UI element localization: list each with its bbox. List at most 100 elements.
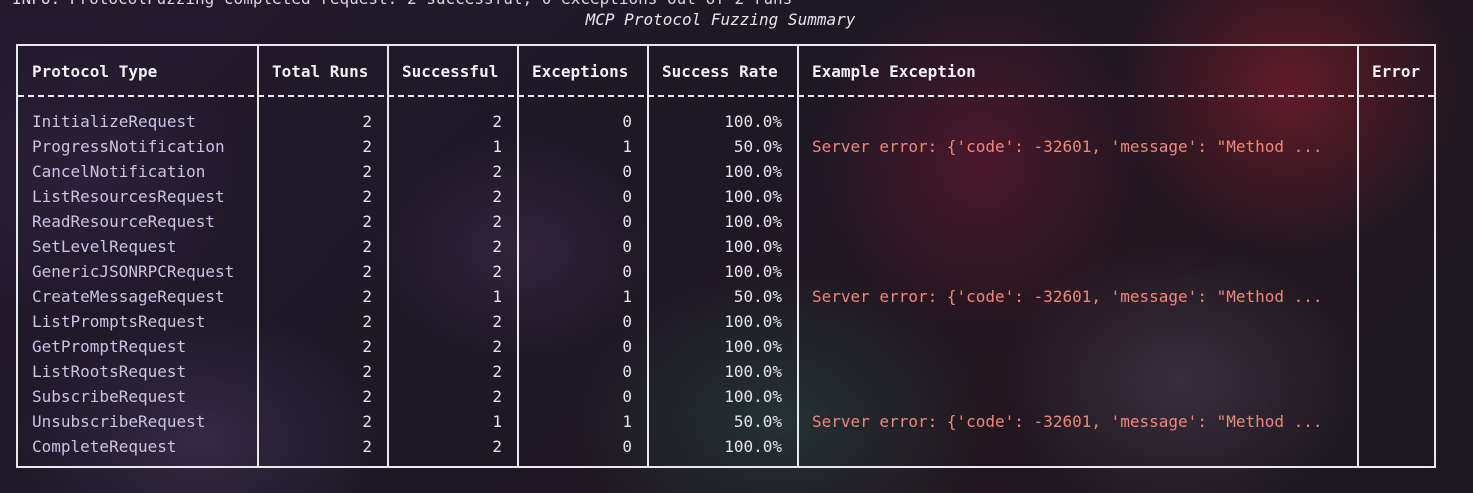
error-cell xyxy=(1372,309,1432,334)
error-cell xyxy=(1372,184,1432,209)
protocol-type-cell: ProgressNotification xyxy=(32,137,225,156)
success-rate-cell: 100.0% xyxy=(724,262,782,281)
example-exception-cell xyxy=(812,309,1352,334)
exceptions-cell: 0 xyxy=(622,187,632,206)
error-cell xyxy=(1372,209,1432,234)
successful-cell: 2 xyxy=(492,262,502,281)
error-cell xyxy=(1372,334,1432,359)
successful-cell: 2 xyxy=(492,312,502,331)
protocol-type-cell: UnsubscribeRequest xyxy=(32,412,206,431)
success-rate-cell: 50.0% xyxy=(733,287,782,306)
table-row: ListPromptsRequest 2 2 0 100.0% xyxy=(18,309,1434,334)
successful-cell: 2 xyxy=(492,387,502,406)
error-cell xyxy=(1372,409,1432,434)
error-cell xyxy=(1372,434,1432,459)
exceptions-cell: 0 xyxy=(622,112,632,131)
total-runs-cell: 2 xyxy=(362,187,372,206)
protocol-type-cell: GetPromptRequest xyxy=(32,337,187,356)
error-cell xyxy=(1372,259,1432,284)
example-exception-cell xyxy=(812,184,1352,209)
table-row: GenericJSONRPCRequest 2 2 0 100.0% xyxy=(18,259,1434,284)
successful-cell: 1 xyxy=(492,412,502,431)
protocol-type-cell: InitializeRequest xyxy=(32,112,196,131)
error-cell xyxy=(1372,384,1432,409)
error-cell xyxy=(1372,234,1432,259)
header-successful: Successful xyxy=(402,62,499,81)
example-exception-cell xyxy=(812,334,1352,359)
protocol-type-cell: CreateMessageRequest xyxy=(32,287,225,306)
example-exception-cell xyxy=(812,434,1352,459)
table-row: ReadResourceRequest 2 2 0 100.0% xyxy=(18,209,1434,234)
success-rate-cell: 100.0% xyxy=(724,437,782,456)
table-row: SetLevelRequest 2 2 0 100.0% xyxy=(18,234,1434,259)
exceptions-cell: 0 xyxy=(622,212,632,231)
table-row: CompleteRequest 2 2 0 100.0% xyxy=(18,434,1434,459)
table-title: MCP Protocol Fuzzing Summary xyxy=(585,10,856,29)
total-runs-cell: 2 xyxy=(362,237,372,256)
success-rate-cell: 100.0% xyxy=(724,312,782,331)
protocol-type-cell: GenericJSONRPCRequest xyxy=(32,262,235,281)
table-row: ProgressNotification 2 1 1 50.0% Server error… xyxy=(18,134,1434,159)
table-row: SubscribeRequest 2 2 0 100.0% xyxy=(18,384,1434,409)
header-protocol-type: Protocol Type xyxy=(32,62,158,81)
example-exception-cell xyxy=(812,384,1352,409)
success-rate-cell: 100.0% xyxy=(724,212,782,231)
example-exception-cell: Server error: {'code': -32601, 'message'… xyxy=(812,287,1323,306)
total-runs-cell: 2 xyxy=(362,437,372,456)
example-exception-cell xyxy=(812,359,1352,384)
total-runs-cell: 2 xyxy=(362,112,372,131)
total-runs-cell: 2 xyxy=(362,137,372,156)
exceptions-cell: 0 xyxy=(622,337,632,356)
header-separator xyxy=(18,95,1434,98)
table-row: ListResourcesRequest 2 2 0 100.0% xyxy=(18,184,1434,209)
header-success-rate: Success Rate xyxy=(662,62,778,81)
successful-cell: 2 xyxy=(492,362,502,381)
exceptions-cell: 1 xyxy=(622,412,632,431)
table-row: CreateMessageRequest 2 1 1 50.0% Server error… xyxy=(18,284,1434,309)
error-cell xyxy=(1372,134,1432,159)
success-rate-cell: 100.0% xyxy=(724,337,782,356)
successful-cell: 1 xyxy=(492,287,502,306)
successful-cell: 2 xyxy=(492,187,502,206)
summary-table: Protocol Type Total Runs Successful Exce… xyxy=(16,44,1436,468)
example-exception-cell xyxy=(812,209,1352,234)
error-cell xyxy=(1372,109,1432,134)
exceptions-cell: 0 xyxy=(622,362,632,381)
success-rate-cell: 100.0% xyxy=(724,237,782,256)
successful-cell: 2 xyxy=(492,162,502,181)
total-runs-cell: 2 xyxy=(362,312,372,331)
protocol-type-cell: ListResourcesRequest xyxy=(32,187,225,206)
total-runs-cell: 2 xyxy=(362,212,372,231)
table-row: GetPromptRequest 2 2 0 100.0% xyxy=(18,334,1434,359)
example-exception-cell: Server error: {'code': -32601, 'message'… xyxy=(812,137,1323,156)
successful-cell: 2 xyxy=(492,437,502,456)
header-error: Error xyxy=(1372,62,1421,81)
total-runs-cell: 2 xyxy=(362,362,372,381)
success-rate-cell: 100.0% xyxy=(724,162,782,181)
example-exception-cell xyxy=(812,109,1352,134)
exceptions-cell: 0 xyxy=(622,262,632,281)
total-runs-cell: 2 xyxy=(362,162,372,181)
table-row: CancelNotification 2 2 0 100.0% xyxy=(18,159,1434,184)
successful-cell: 2 xyxy=(492,237,502,256)
success-rate-cell: 100.0% xyxy=(724,187,782,206)
total-runs-cell: 2 xyxy=(362,337,372,356)
protocol-type-cell: ReadResourceRequest xyxy=(32,212,216,231)
protocol-type-cell: SetLevelRequest xyxy=(32,237,177,256)
table-row: UnsubscribeRequest 2 1 1 50.0% Server error: … xyxy=(18,409,1434,434)
protocol-type-cell: SubscribeRequest xyxy=(32,387,187,406)
total-runs-cell: 2 xyxy=(362,262,372,281)
header-exceptions: Exceptions xyxy=(532,62,629,81)
error-cell xyxy=(1372,159,1432,184)
example-exception-cell: Server error: {'code': -32601, 'message'… xyxy=(812,412,1323,431)
exceptions-cell: 0 xyxy=(622,387,632,406)
exceptions-cell: 0 xyxy=(622,237,632,256)
successful-cell: 2 xyxy=(492,337,502,356)
example-exception-cell xyxy=(812,234,1352,259)
protocol-type-cell: ListRootsRequest xyxy=(32,362,187,381)
exceptions-cell: 0 xyxy=(622,437,632,456)
header-example-exception: Example Exception xyxy=(812,62,976,81)
protocol-type-cell: CancelNotification xyxy=(32,162,206,181)
protocol-type-cell: ListPromptsRequest xyxy=(32,312,206,331)
success-rate-cell: 50.0% xyxy=(733,137,782,156)
